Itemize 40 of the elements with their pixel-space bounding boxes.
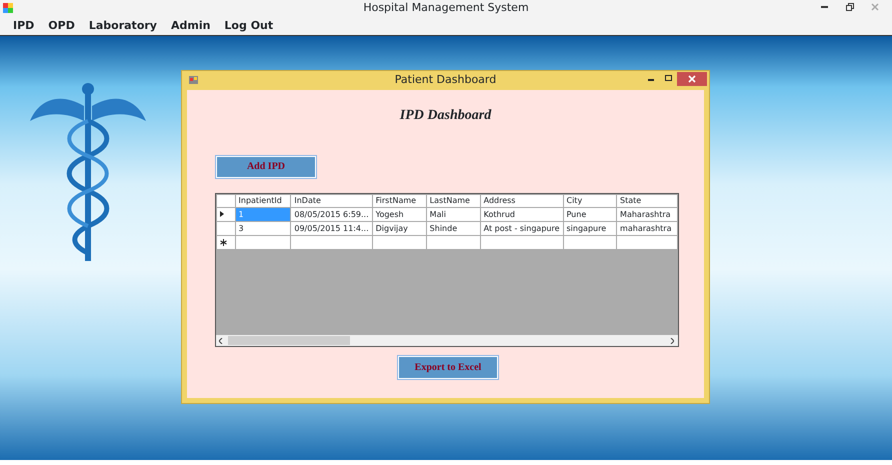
table-cell[interactable]: Yogesh [372,208,426,222]
table-row[interactable]: 1 08/05/2015 6:59... Yogesh Mali Kothrud Pune Maharashtra [216,208,678,222]
menu-item[interactable]: Laboratory [82,16,164,35]
restore-icon[interactable] [846,3,854,11]
menu-item[interactable]: Admin [164,16,218,35]
column-header[interactable]: City [563,194,617,208]
table-cell[interactable]: 3 [235,222,291,236]
scrollbar-thumb[interactable] [228,336,350,345]
dialog-title: Patient Dashboard [394,72,496,88]
maximize-icon[interactable] [665,75,672,81]
app-icon [3,3,13,13]
table-cell[interactable]: Maharashtra [616,208,678,222]
column-header[interactable]: FirstName [372,194,426,208]
menu-item[interactable]: IPD [6,16,42,35]
table-cell[interactable]: Mali [426,208,480,222]
menu-item[interactable]: Log Out [217,16,280,35]
table-row[interactable]: 3 09/05/2015 11:4... Digvijay Shinde At post - singapure singapure maharashtra [216,222,678,236]
close-icon[interactable] [677,72,707,86]
table-cell[interactable]: Pune [563,208,617,222]
table-cell[interactable]: maharashtra [616,222,678,236]
column-header[interactable]: InDate [290,194,372,208]
new-row-icon [220,238,227,246]
table-cell[interactable]: Kothrud [480,208,563,222]
table-cell[interactable]: Shinde [426,222,480,236]
column-header[interactable]: InpatientId [235,194,291,208]
scroll-right-icon[interactable] [670,338,674,344]
table-cell[interactable]: At post - singapure [480,222,563,236]
table-cell[interactable]: 09/05/2015 11:4... [290,222,372,236]
minimize-icon[interactable] [821,6,828,9]
form-icon [189,76,198,84]
column-header[interactable]: State [616,194,678,208]
dashboard-heading: IPD Dashboard [400,107,492,125]
column-header[interactable]: LastName [426,194,480,208]
table-cell[interactable]: 08/05/2015 6:59... [290,208,372,222]
menu-item[interactable]: OPD [41,16,82,35]
table-cell[interactable]: singapure [563,222,617,236]
window-title: Hospital Management System [363,0,529,16]
scroll-left-icon[interactable] [219,338,223,344]
table-cell[interactable]: Digvijay [372,222,426,236]
column-header[interactable]: Address [480,194,563,208]
